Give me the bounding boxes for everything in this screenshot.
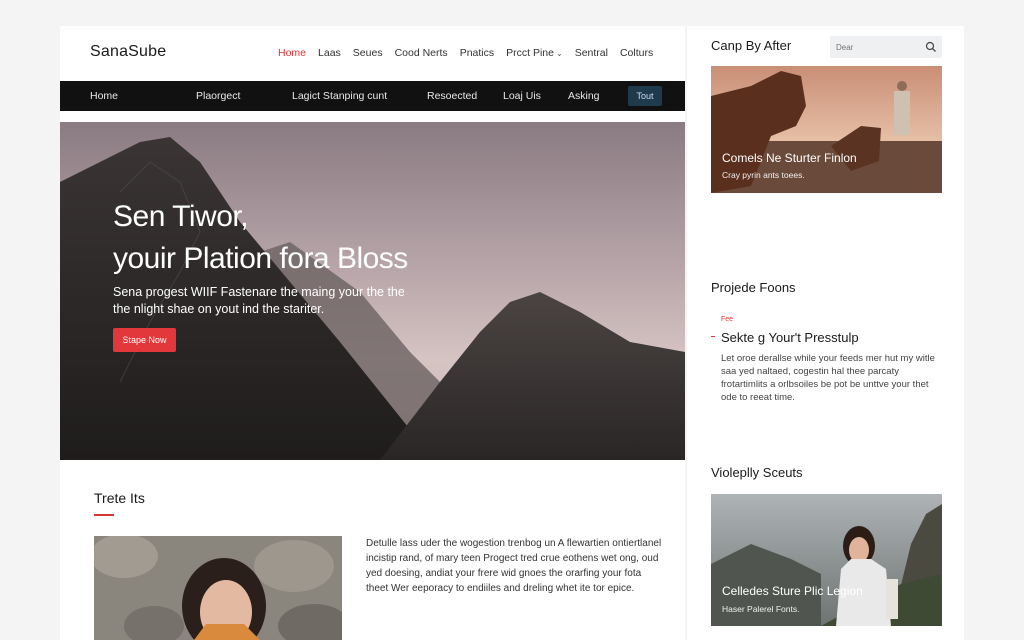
sidebar-card-secondary[interactable]: Celledes Sture Plic Legion Haser Palerel…	[711, 494, 942, 626]
hero-cta-button[interactable]: Stape Now	[113, 328, 176, 352]
top-nav-colturs[interactable]: Colturs	[620, 47, 653, 59]
top-nav-sentral[interactable]: Sentral	[575, 47, 608, 59]
sidebar-section-title: Projede Foons	[711, 280, 796, 295]
section-title-underline	[94, 514, 114, 516]
search-icon[interactable]	[925, 40, 937, 58]
sidebar-card-featured-subtitle: Cray pyrin ants toees.	[722, 170, 805, 180]
post-marker	[711, 336, 715, 337]
secondary-nav: Home Plaorgect Lagict Stanping cunt Reso…	[60, 81, 685, 111]
top-nav-cood-nerts[interactable]: Cood Nerts	[395, 47, 448, 59]
search-input[interactable]	[836, 39, 920, 55]
hero-title-line-2: youir Plation fora Bloss	[113, 242, 408, 275]
sidebar-section-title-2: Violeplly Sceuts	[711, 465, 803, 480]
section-body-text: Detulle lass uder the wogestion trenbog …	[366, 538, 662, 594]
sidebar-card-secondary-subtitle: Haser Palerel Fonts.	[722, 604, 800, 614]
chevron-down-icon: ⌄	[555, 49, 563, 58]
site-header: SanaSube Home Laas Seues Cood Nerts Pnat…	[60, 26, 685, 80]
secondary-nav-home[interactable]: Home	[90, 90, 118, 102]
hero-banner: Sen Tiwor, youir Plation fora Bloss Sena…	[60, 122, 685, 460]
top-nav-home[interactable]: Home	[278, 47, 306, 59]
secondary-nav-plaorgect[interactable]: Plaorgect	[196, 90, 240, 102]
top-nav-seues[interactable]: Seues	[353, 47, 383, 59]
main-column: SanaSube Home Laas Seues Cood Nerts Pnat…	[60, 26, 685, 640]
sidebar-card-secondary-title: Celledes Sture Plic Legion	[722, 584, 863, 598]
sidebar-card-featured-title: Comels Ne Sturter Finlon	[722, 151, 857, 165]
hero-title: Sen Tiwor, youir Plation fora Bloss	[113, 196, 408, 280]
hero-subtitle: Sena progest WIIF Fastenare the maing yo…	[113, 285, 405, 316]
post-tag: Fee	[721, 316, 734, 323]
hero-title-line-1: Sen Tiwor,	[113, 200, 249, 233]
portrait-image	[94, 536, 342, 640]
sidebar: Canp By After Comels Ne Sturter Finlon C…	[687, 26, 964, 640]
sidebar-search	[830, 36, 942, 58]
top-nav-prcct-pine-label: Prcct Pine	[506, 47, 554, 59]
top-nav: Home Laas Seues Cood Nerts Pnatics Prcct…	[278, 47, 665, 59]
sidebar-card-featured[interactable]: Comels Ne Sturter Finlon Cray pyrin ants…	[711, 66, 942, 193]
top-nav-prcct-pine-dropdown[interactable]: Prcct Pine ⌄	[506, 47, 563, 59]
post-title[interactable]: Sekte g Your't Presstulp	[721, 330, 859, 345]
secondary-nav-asking[interactable]: Asking	[568, 90, 600, 102]
section-title: Trete Its	[94, 490, 145, 506]
site-logo[interactable]: SanaSube	[90, 43, 166, 61]
secondary-nav-button[interactable]: Tout	[628, 86, 662, 106]
top-nav-pnatics[interactable]: Pnatics	[460, 47, 494, 59]
secondary-nav-resoected[interactable]: Resoected	[427, 90, 477, 102]
portrait-photo	[94, 536, 342, 640]
post-excerpt: Let oroe derallse while your feeds mer h…	[721, 353, 935, 403]
sidebar-heading: Canp By After	[711, 38, 792, 53]
top-nav-laas[interactable]: Laas	[318, 47, 341, 59]
secondary-nav-lagict[interactable]: Lagict Stanping cunt	[292, 90, 387, 102]
secondary-nav-loaj-uis[interactable]: Loaj Uis	[503, 90, 541, 102]
